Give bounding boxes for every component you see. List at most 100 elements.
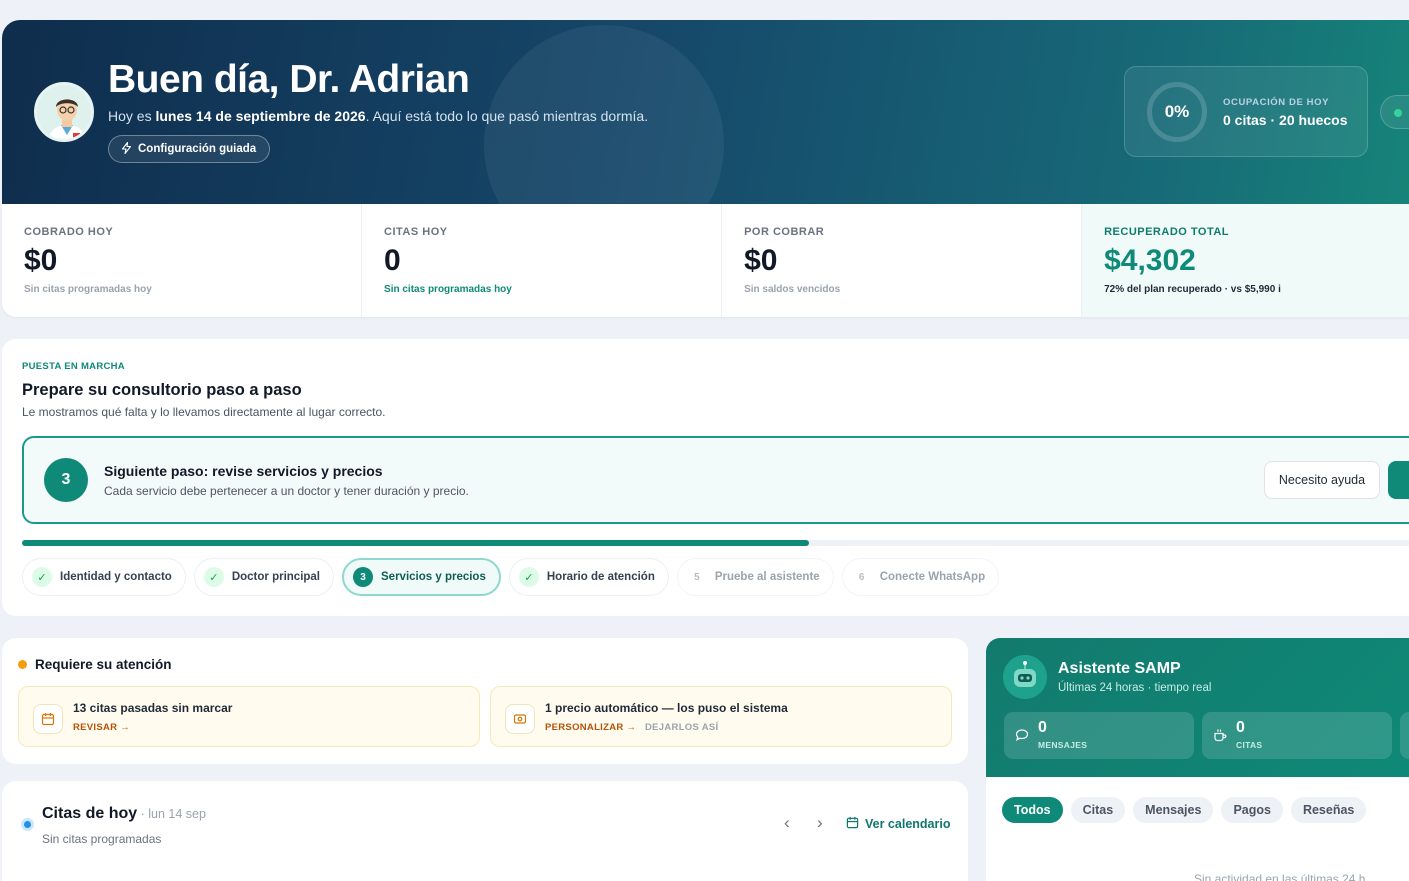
setup-steps: ✓ Identidad y contacto ✓ Doctor principa…	[22, 558, 1000, 596]
continue-button[interactable]	[1388, 461, 1409, 499]
chevron-right-icon[interactable]: ›	[817, 813, 823, 833]
cup-icon	[1213, 728, 1227, 745]
guided-setup-label: Configuración guiada	[138, 143, 257, 155]
step-number-badge: 6	[851, 567, 872, 587]
chevron-left-icon[interactable]: ‹	[784, 813, 790, 833]
step-main-doctor[interactable]: ✓ Doctor principal	[193, 558, 335, 596]
stat-recovered-total: RECUPERADO TOTAL $4,302 72% del plan rec…	[1082, 204, 1409, 317]
review-link[interactable]: REVISAR →	[73, 722, 130, 733]
filter-reviews[interactable]: Reseñas	[1290, 797, 1367, 823]
filter-all[interactable]: Todos	[1002, 797, 1063, 823]
bolt-icon	[121, 141, 132, 157]
step-identity[interactable]: ✓ Identidad y contacto	[22, 558, 186, 596]
view-calendar-label: Ver calendario	[865, 817, 951, 831]
filter-messages[interactable]: Mensajes	[1133, 797, 1214, 823]
step-label: Horario de atención	[546, 571, 655, 583]
occupancy-card: 0% OCUPACIÓN DE HOY 0 citas · 20 huecos	[1124, 66, 1368, 157]
step-schedule[interactable]: ✓ Horario de atención	[508, 558, 669, 596]
step-services[interactable]: 3 Servicios y precios	[342, 558, 501, 596]
greeting-title: Buen día, Dr. Adrian	[108, 58, 470, 101]
attention-card: Requiere su atención 13 citas pasadas si…	[2, 638, 968, 764]
next-step-number: 3	[44, 458, 88, 502]
status-dot-icon	[1394, 109, 1402, 117]
price-tag-icon	[505, 704, 535, 734]
sub-suffix: . Aquí está todo lo que pasó mientras do…	[365, 108, 649, 124]
metric-value: 0	[1038, 719, 1047, 736]
stat-appointments-today: CITAS HOY 0 Sin citas programadas hoy	[362, 204, 723, 317]
setup-description: Le mostramos qué falta y lo llevamos dir…	[22, 405, 386, 419]
stat-value: $0	[24, 244, 58, 277]
attention-item-title: 1 precio automático — los puso el sistem…	[545, 701, 788, 715]
attention-item-auto-price: 1 precio automático — los puso el sistem…	[490, 686, 952, 747]
metric-more	[1400, 712, 1409, 759]
step-label: Pruebe al asistente	[714, 571, 820, 583]
activity-filters: Todos Citas Mensajes Pagos Reseñas	[1002, 797, 1367, 823]
metric-value: 0	[1236, 719, 1245, 736]
stat-note: Sin citas programadas hoy	[24, 284, 152, 295]
filter-payments[interactable]: Pagos	[1221, 797, 1283, 823]
step-whatsapp[interactable]: 6 Conecte WhatsApp	[841, 558, 1000, 596]
metric-appointments: 0 CITAS	[1202, 712, 1392, 759]
assistant-header: Asistente SAMP Últimas 24 horas · tiempo…	[986, 638, 1409, 777]
metric-label: MENSAJES	[1038, 740, 1088, 750]
appointments-card: Citas de hoy · lun 14 sep Sin citas prog…	[2, 781, 968, 881]
attention-item-past-appointments: 13 citas pasadas sin marcar REVISAR →	[18, 686, 480, 747]
stat-label: CITAS HOY	[384, 226, 448, 238]
occupancy-ring: 0%	[1147, 82, 1207, 142]
metric-label: CITAS	[1236, 740, 1263, 750]
robot-avatar	[1003, 655, 1047, 699]
stat-receivable: POR COBRAR $0 Sin saldos vencidos	[722, 204, 1083, 317]
step-label: Servicios y precios	[381, 571, 486, 583]
occupancy-value: 0 citas · 20 huecos	[1223, 112, 1348, 128]
setup-title: Prepare su consultorio paso a paso	[22, 381, 302, 399]
sub-date: lunes 14 de septiembre de 2026	[155, 108, 366, 124]
setup-card: PUESTA EN MARCHA Prepare su consultorio …	[2, 339, 1409, 616]
attention-item-title: 13 citas pasadas sin marcar	[73, 701, 233, 715]
guided-setup-button[interactable]: Configuración guiada	[108, 135, 271, 163]
chat-icon	[1015, 728, 1029, 745]
next-step-description: Cada servicio debe pertenecer a un docto…	[104, 484, 469, 498]
next-step-banner: 3 Siguiente paso: revise servicios y pre…	[22, 436, 1409, 524]
view-calendar-link[interactable]: Ver calendario	[846, 816, 950, 832]
setup-progress-bar	[22, 540, 1409, 546]
appointments-subtitle: Sin citas programadas	[42, 832, 162, 846]
status-pill[interactable]	[1380, 95, 1409, 129]
live-dot-icon	[21, 818, 34, 831]
setup-eyebrow: PUESTA EN MARCHA	[22, 361, 125, 372]
setup-progress-fill	[22, 540, 809, 546]
stat-value: $0	[744, 244, 778, 277]
check-icon: ✓	[32, 567, 52, 587]
stat-value: $4,302	[1104, 244, 1196, 277]
attention-header: Requiere su atención	[18, 657, 172, 672]
calendar-icon	[846, 816, 859, 832]
stat-note: 72% del plan recuperado · vs $5,990 i	[1104, 284, 1281, 295]
filter-appointments[interactable]: Citas	[1070, 797, 1126, 823]
calendar-icon	[33, 704, 63, 734]
stat-note: Sin saldos vencidos	[744, 284, 841, 295]
step-label: Identidad y contacto	[60, 571, 172, 583]
appointments-title-text: Citas de hoy	[42, 805, 138, 822]
stat-collected-today: COBRADO HOY $0 Sin citas programadas hoy	[2, 204, 363, 317]
step-test-assistant[interactable]: 5 Pruebe al asistente	[676, 558, 834, 596]
keep-as-is-link[interactable]: DEJARLOS ASÍ	[645, 722, 718, 733]
stats-row: COBRADO HOY $0 Sin citas programadas hoy…	[2, 204, 1409, 317]
customize-link[interactable]: PERSONALIZAR →	[545, 722, 636, 733]
stat-label: RECUPERADO TOTAL	[1104, 226, 1230, 238]
attention-title: Requiere su atención	[35, 657, 172, 672]
step-number-badge: 5	[686, 567, 707, 587]
check-icon: ✓	[518, 567, 539, 587]
check-icon: ✓	[203, 567, 224, 587]
assistant-panel: Asistente SAMP Últimas 24 horas · tiempo…	[986, 638, 1409, 881]
assistant-title: Asistente SAMP	[1058, 660, 1181, 677]
step-label: Doctor principal	[231, 571, 321, 583]
occupancy-label: OCUPACIÓN DE HOY	[1223, 97, 1330, 108]
stat-note: Sin citas programadas hoy	[384, 284, 512, 295]
step-number-badge: 3	[353, 567, 374, 587]
assistant-empty-state: Sin actividad en las últimas 24 h	[1194, 872, 1366, 881]
help-button[interactable]: Necesito ayuda	[1264, 461, 1380, 499]
next-step-title: Siguiente paso: revise servicios y preci…	[104, 463, 383, 479]
stat-label: COBRADO HOY	[24, 226, 114, 238]
doctor-avatar[interactable]	[34, 82, 94, 142]
stat-value: 0	[384, 244, 401, 277]
appointments-date: · lun 14 sep	[137, 807, 206, 821]
